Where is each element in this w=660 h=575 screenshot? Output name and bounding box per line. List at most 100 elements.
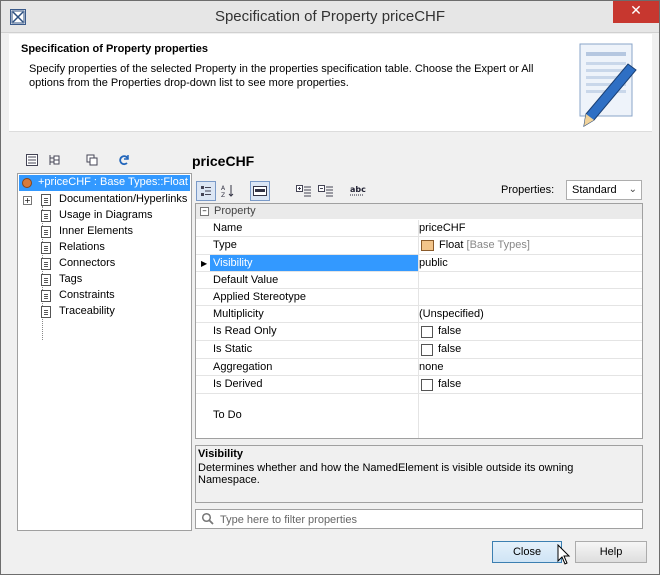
property-row-visibility[interactable]: ▶ Visibility public [196, 255, 642, 272]
checkbox-value: false [438, 325, 462, 337]
chevron-down-icon: ⌄ [628, 184, 637, 195]
filter-box[interactable] [195, 509, 643, 529]
tree-item-label: Connectors [59, 257, 116, 269]
page-icon [41, 306, 51, 318]
svg-text:A: A [221, 185, 226, 192]
page-icon [41, 242, 51, 254]
property-row-name[interactable]: Name priceCHF [196, 220, 642, 237]
row-label: Aggregation [213, 361, 273, 373]
copy-icon[interactable] [83, 151, 101, 169]
element-name-heading: priceCHF [192, 153, 255, 169]
property-row-applied-stereotype[interactable]: Applied Stereotype [196, 289, 642, 306]
window-close-button[interactable]: ✕ [613, 1, 659, 23]
multiplicity-value-field[interactable]: (Unspecified) [419, 308, 484, 320]
show-description-icon[interactable] [250, 181, 270, 201]
is-derived-checkbox[interactable] [421, 379, 433, 391]
tree-item-label: Constraints [59, 289, 115, 301]
is-static-checkbox[interactable] [421, 344, 433, 356]
aggregation-value-field[interactable]: none [419, 361, 443, 373]
class-icon [421, 240, 434, 251]
property-row-to-do[interactable]: To Do [196, 394, 642, 438]
properties-grid: – Property Name priceCHF Type Float [Bas… [195, 203, 643, 439]
properties-mode-dropdown[interactable]: Standard ⌄ [566, 180, 642, 200]
property-group-header[interactable]: – Property [196, 204, 642, 219]
property-row-is-read-only[interactable]: Is Read Only false [196, 323, 642, 341]
page-icon [41, 258, 51, 270]
type-qualifier: [Base Types] [466, 239, 530, 251]
window-title: Specification of Property priceCHF [214, 8, 446, 25]
close-button[interactable]: Close [492, 541, 562, 563]
specification-tree[interactable]: +priceCHF : Base Types::Float + Document… [17, 173, 192, 531]
tree-item-label: Inner Elements [59, 225, 133, 237]
dialog-header: Specification of Property properties Spe… [9, 34, 652, 132]
filter-input[interactable] [220, 512, 630, 527]
categorized-view-icon[interactable] [196, 181, 216, 201]
property-row-is-derived[interactable]: Is Derived false [196, 376, 642, 394]
properties-mode-value: Standard [572, 184, 617, 196]
list-view-icon[interactable] [23, 151, 41, 169]
checkbox-value: false [438, 378, 462, 390]
tree-item-usage-in-diagrams[interactable]: Usage in Diagrams [18, 208, 191, 224]
tree-item-relations[interactable]: Relations [18, 240, 191, 256]
page-icon [41, 226, 51, 238]
type-value-field[interactable]: Float [Base Types] [439, 239, 530, 251]
content-area: +priceCHF : Base Types::Float + Document… [15, 145, 647, 535]
sort-alphabetical-icon[interactable]: AZ [218, 181, 238, 201]
tree-item-constraints[interactable]: Constraints [18, 288, 191, 304]
name-value-field[interactable]: priceCHF [419, 222, 465, 234]
is-read-only-checkbox[interactable] [421, 326, 433, 338]
search-icon [201, 512, 215, 529]
selected-row-arrow-icon: ▶ [201, 259, 208, 268]
property-row-default-value[interactable]: Default Value [196, 272, 642, 289]
tree-item-inner-elements[interactable]: Inner Elements [18, 224, 191, 240]
page-icon [41, 290, 51, 302]
refresh-icon[interactable] [115, 151, 133, 169]
spell-check-icon[interactable]: abc [348, 181, 368, 201]
properties-toolbar: AZ abc Properties: Standard ⌄ [196, 180, 644, 202]
svg-text:Z: Z [221, 192, 225, 198]
page-icon [41, 274, 51, 286]
expand-all-icon[interactable] [294, 181, 314, 201]
tree-item-tags[interactable]: Tags [18, 272, 191, 288]
row-label: Multiplicity [213, 308, 264, 320]
title-bar: Specification of Property priceCHF ✕ [1, 1, 659, 33]
description-text: Determines whether and how the NamedElem… [198, 462, 574, 486]
tree-root-item[interactable]: +priceCHF : Base Types::Float [19, 175, 190, 191]
tree-item-label: Traceability [59, 305, 115, 317]
tree-item-label: Documentation/Hyperlinks [59, 193, 188, 205]
checkbox-value: false [438, 343, 462, 355]
row-label: To Do [213, 409, 242, 421]
property-row-aggregation[interactable]: Aggregation none [196, 359, 642, 376]
collapse-icon[interactable]: – [200, 207, 209, 216]
expand-icon[interactable]: + [23, 196, 32, 205]
page-icon [41, 194, 51, 206]
row-label: Visibility [213, 257, 253, 269]
tree-view-icon[interactable] [45, 151, 63, 169]
property-description-panel: Visibility Determines whether and how th… [195, 445, 643, 503]
document-pencil-icon [570, 42, 638, 128]
row-label: Applied Stereotype [213, 291, 306, 303]
tree-item-connectors[interactable]: Connectors [18, 256, 191, 272]
row-label: Name [213, 222, 243, 234]
property-row-is-static[interactable]: Is Static false [196, 341, 642, 359]
mouse-pointer-icon [557, 543, 571, 566]
row-label: Type [213, 239, 237, 251]
properties-mode-label: Properties: [501, 184, 555, 196]
description-title: Visibility [198, 448, 244, 460]
header-title: Specification of Property properties [21, 43, 209, 55]
tree-item-label: Tags [59, 273, 83, 285]
property-row-multiplicity[interactable]: Multiplicity (Unspecified) [196, 306, 642, 323]
tree-item-traceability[interactable]: Traceability [18, 304, 191, 320]
help-button[interactable]: Help [575, 541, 647, 563]
visibility-value-field[interactable]: public [419, 257, 448, 269]
row-label: Is Read Only [213, 325, 277, 337]
property-row-type[interactable]: Type Float [Base Types] [196, 237, 642, 255]
collapse-all-icon[interactable] [316, 181, 336, 201]
row-label: Is Derived [213, 378, 263, 390]
row-label: Default Value [213, 274, 279, 286]
tree-root-label: +priceCHF : Base Types::Float [38, 176, 188, 188]
tree-item-label: Usage in Diagrams [59, 209, 153, 221]
tree-item-documentation[interactable]: + Documentation/Hyperlinks [18, 192, 191, 208]
property-icon [22, 178, 32, 188]
tree-item-label: Relations [59, 241, 105, 253]
